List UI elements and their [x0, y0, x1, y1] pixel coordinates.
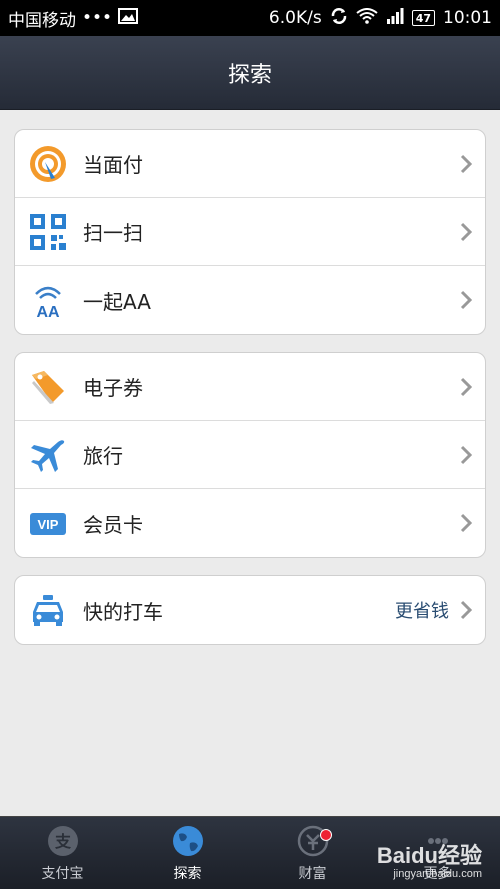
list-item-label: 一起AA — [83, 289, 151, 314]
list-item-label: 当面付 — [83, 153, 143, 177]
chevron-right-icon — [459, 513, 473, 533]
baidu-watermark: Baidu经验 jingyan.baidu.com — [377, 838, 482, 880]
globe-icon — [170, 823, 206, 859]
tab-explore[interactable]: 探索 — [125, 817, 250, 889]
list-item-face-pay[interactable]: 当面付 — [15, 130, 485, 198]
cell-signal-icon — [386, 7, 404, 29]
qr-scan-icon — [27, 211, 69, 253]
list-item-label: 快的打车 — [83, 599, 163, 624]
list-item-label: 扫一扫 — [83, 221, 143, 245]
list-item-taxi[interactable]: 快的打车 更省钱 — [15, 576, 485, 644]
list-item-coupon[interactable]: 电子券 — [15, 353, 485, 421]
chevron-right-icon — [459, 222, 473, 242]
tab-alipay[interactable]: 支 支付宝 — [0, 817, 125, 889]
sync-icon — [330, 7, 348, 30]
svg-text:支: 支 — [53, 832, 71, 851]
clock: 10:01 — [443, 8, 492, 28]
signal-dots: ••• — [82, 8, 113, 28]
list-group-taxi: 快的打车 更省钱 — [14, 575, 486, 645]
promo-text: 更省钱 — [395, 601, 449, 622]
list-item-aa-split[interactable]: AA 一起AA — [15, 266, 485, 334]
airplane-icon — [27, 434, 69, 476]
chevron-right-icon — [459, 600, 473, 620]
svg-text:AA: AA — [36, 304, 60, 320]
list-group-payments: 当面付 扫一扫 AA 一起AA — [14, 129, 486, 335]
notification-badge — [320, 829, 332, 841]
list-item-member-card[interactable]: VIP 会员卡 — [15, 489, 485, 557]
vip-card-icon: VIP — [27, 502, 69, 544]
title-bar: 探索 — [0, 36, 500, 110]
list-item-label: 电子券 — [83, 376, 143, 400]
tab-label: 支付宝 — [41, 866, 84, 882]
tab-label: 探索 — [173, 866, 202, 882]
network-speed: 6.0K/s — [268, 8, 322, 28]
chevron-right-icon — [459, 445, 473, 465]
watermark-url: jingyan.baidu.com — [393, 868, 482, 880]
svg-text:VIP: VIP — [38, 517, 59, 532]
list-item-label: 旅行 — [83, 444, 123, 468]
list-item-label: 会员卡 — [83, 512, 143, 537]
carrier-name: 中国移动 — [8, 10, 76, 31]
chevron-right-icon — [459, 154, 473, 174]
battery-icon: 47 — [411, 10, 435, 26]
chevron-right-icon — [459, 377, 473, 397]
chevron-right-icon — [459, 290, 473, 310]
image-notification-icon — [118, 7, 139, 29]
alipay-icon: 支 — [45, 823, 81, 859]
list-item-scan[interactable]: 扫一扫 — [15, 198, 485, 266]
taxi-icon — [27, 589, 69, 631]
face-pay-icon — [27, 143, 69, 185]
aa-split-icon: AA — [27, 279, 69, 321]
list-item-travel[interactable]: 旅行 — [15, 421, 485, 489]
wifi-icon — [356, 7, 378, 29]
tab-wealth[interactable]: 财富 — [250, 817, 375, 889]
watermark-brand: Baidu经验 — [376, 843, 482, 868]
tab-label: 财富 — [298, 866, 327, 882]
coupon-tag-icon — [27, 366, 69, 408]
list-group-services: 电子券 旅行 VIP 会员卡 — [14, 352, 486, 558]
status-bar: 中国移动 ••• 6.0K/s 47 10:01 — [0, 0, 500, 36]
page-title: 探索 — [227, 62, 272, 88]
